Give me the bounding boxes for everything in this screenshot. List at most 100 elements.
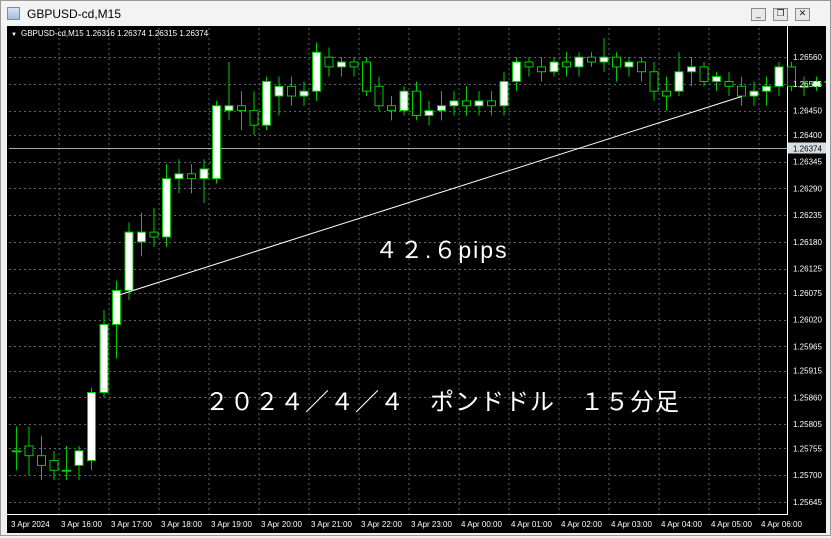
candle-body — [574, 56, 584, 68]
candle-body — [49, 460, 59, 471]
price-tick-label: 1.26290 — [793, 184, 822, 193]
candle-body — [749, 90, 759, 97]
candle-body — [262, 80, 271, 126]
chart-menu-marker: ▼ — [11, 32, 17, 38]
candle-body — [137, 231, 146, 243]
candle-body — [487, 100, 496, 107]
candle-body — [649, 71, 659, 92]
candle-body — [562, 61, 571, 68]
candle-body — [249, 110, 259, 126]
candle-body — [387, 105, 396, 112]
candle-body — [587, 56, 596, 63]
candle-body — [537, 66, 546, 73]
candle-body — [737, 85, 746, 97]
restore-button[interactable]: ❐ — [773, 8, 788, 21]
time-tick-label: 4 Apr 05:00 — [711, 520, 752, 529]
candle-body — [399, 90, 409, 112]
time-tick-label: 4 Apr 06:00 — [761, 520, 802, 529]
candle-body — [274, 85, 284, 97]
time-tick-label: 4 Apr 00:00 — [461, 520, 502, 529]
time-tick-label: 4 Apr 01:00 — [511, 520, 552, 529]
price-tick-label: 1.26235 — [793, 211, 822, 220]
candle-body — [599, 56, 609, 63]
price-tick-label: 1.26400 — [793, 131, 822, 140]
title-bar[interactable]: GBPUSD-cd,M15 _ ❐ ✕ — [1, 1, 830, 27]
time-tick-label: 3 Apr 22:00 — [361, 520, 402, 529]
candle-body — [612, 56, 621, 68]
candle-body — [824, 80, 831, 83]
time-tick-label: 4 Apr 02:00 — [561, 520, 602, 529]
chart-caption: ２０２４／４／４ ポンドドル １５分足 — [205, 389, 680, 416]
candle-body — [549, 61, 559, 73]
current-price-label: 1.26374 — [793, 145, 822, 154]
candle-body — [224, 105, 234, 112]
minimize-button[interactable]: _ — [751, 8, 766, 21]
price-tick-label: 1.25755 — [793, 444, 822, 453]
close-button[interactable]: ✕ — [795, 8, 810, 21]
candle-body — [237, 105, 246, 112]
price-tick-label: 1.25645 — [793, 498, 822, 507]
candle-body — [437, 105, 446, 112]
time-tick-label: 3 Apr 18:00 — [161, 520, 202, 529]
candle-body — [712, 76, 721, 82]
price-tick-label: 1.26125 — [793, 265, 822, 274]
price-tick-label: 1.26020 — [793, 316, 822, 325]
candle-body — [512, 61, 521, 82]
price-tick-label: 1.26450 — [793, 107, 822, 116]
candle-body — [349, 61, 359, 68]
candle-body — [312, 51, 321, 92]
time-tick-label: 3 Apr 17:00 — [111, 520, 152, 529]
candle-body — [687, 66, 696, 73]
time-tick-label: 3 Apr 21:00 — [311, 520, 352, 529]
time-tick-label: 4 Apr 03:00 — [611, 520, 652, 529]
price-tick-label: 1.25915 — [793, 367, 822, 376]
candle-body — [774, 66, 784, 87]
candle-body — [474, 100, 484, 107]
candle-body — [299, 90, 309, 97]
price-tick-label: 1.26180 — [793, 238, 822, 247]
time-tick-label: 3 Apr 23:00 — [411, 520, 452, 529]
candle-body — [424, 110, 434, 116]
candle-body — [287, 85, 296, 97]
price-tick-label: 1.26345 — [793, 158, 822, 167]
time-tick-label: 3 Apr 2024 — [11, 520, 50, 529]
candle-body — [324, 56, 334, 68]
candle-body — [74, 450, 84, 466]
candle-body — [462, 100, 471, 107]
price-tick-label: 1.25860 — [793, 393, 822, 402]
symbol-info-line: GBPUSD-cd,M15 1.26316 1.26374 1.26315 1.… — [21, 29, 209, 38]
candle-body — [24, 445, 34, 457]
candle-body — [699, 66, 709, 82]
time-tick-label: 4 Apr 04:00 — [661, 520, 702, 529]
price-tick-label: 1.26560 — [793, 53, 822, 62]
candle-body — [62, 469, 71, 472]
candle-body — [37, 455, 46, 466]
price-tick-label: 1.25965 — [793, 342, 822, 351]
candle-body — [524, 61, 534, 68]
candle-body — [662, 90, 671, 97]
candle-body — [174, 173, 184, 180]
price-tick-label: 1.26075 — [793, 289, 822, 298]
candle-body — [624, 61, 634, 68]
chart-canvas[interactable]: 1.26560 1.26505 1.26450 1.26400 1.26345 1.262… — [7, 26, 831, 533]
candle-body — [99, 323, 109, 393]
candle-body — [124, 231, 134, 291]
candle-body — [724, 80, 734, 87]
candle-body — [762, 85, 771, 92]
candle-body — [12, 450, 21, 453]
price-tick-label: 1.25700 — [793, 471, 822, 480]
candle-body — [149, 231, 159, 238]
time-tick-label: 3 Apr 16:00 — [61, 520, 102, 529]
price-tick-label: 1.26505 — [793, 80, 822, 89]
price-tick-label: 1.25805 — [793, 420, 822, 429]
candle-body — [637, 61, 646, 73]
candle-body — [362, 61, 371, 92]
candle-body — [499, 80, 509, 107]
chart-window: GBPUSD-cd,M15 _ ❐ ✕ 1.26560 1.26505 1.2645… — [0, 0, 831, 536]
trend-line[interactable] — [116, 96, 742, 297]
candle-body — [187, 173, 196, 180]
pips-annotation: ４２.６pips — [375, 237, 509, 263]
candle-body — [674, 71, 684, 92]
candlestick-chart[interactable]: 1.26560 1.26505 1.26450 1.26400 1.26345 1.262… — [7, 26, 831, 533]
candle-body — [87, 392, 96, 462]
